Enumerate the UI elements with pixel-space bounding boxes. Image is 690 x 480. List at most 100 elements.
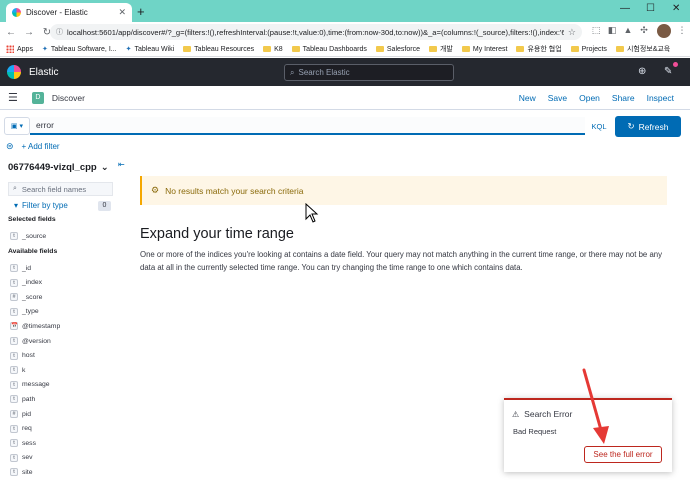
field-type-badge: t: [10, 453, 18, 462]
extension-icon[interactable]: ⬚: [590, 25, 602, 37]
bookmark-folder[interactable]: Salesforce: [375, 46, 420, 53]
help-icon[interactable]: ⊕: [638, 66, 646, 77]
bookmark-item[interactable]: ✦ Tableau Software, I...: [41, 45, 117, 54]
folder-icon: [291, 46, 300, 52]
extension-icon[interactable]: ▲: [622, 25, 634, 37]
field-item[interactable]: t @version: [10, 335, 51, 347]
field-item[interactable]: # _score: [10, 291, 42, 303]
maximize-icon[interactable]: ☐: [646, 3, 655, 14]
field-item[interactable]: t path: [10, 393, 35, 405]
collapse-sidebar-icon[interactable]: ⇤: [118, 160, 125, 169]
add-filter-button[interactable]: + Add filter: [22, 142, 60, 151]
field-type-badge: t: [10, 232, 18, 240]
bookmark-folder[interactable]: 시험정보&교육: [615, 44, 670, 54]
folder-icon: [461, 46, 470, 52]
address-bar[interactable]: ⓘ localhost:5601/app/discover#/?_g=(filt…: [50, 24, 582, 40]
profile-avatar[interactable]: [657, 24, 671, 38]
open-button[interactable]: Open: [579, 93, 600, 103]
extensions-puzzle-icon[interactable]: ✣: [638, 25, 650, 37]
filter-row: ⊜ + Add filter: [6, 141, 60, 152]
browser-menu-icon[interactable]: ⋮: [676, 25, 688, 37]
filter-by-type-label: Filter by type: [22, 201, 68, 210]
refresh-button[interactable]: ↻ Refresh: [615, 116, 681, 137]
refresh-label: Refresh: [638, 121, 669, 132]
field-item[interactable]: 📅 @timestamp: [10, 320, 60, 332]
no-results-message: No results match your search criteria: [165, 185, 304, 196]
field-item[interactable]: t _index: [10, 277, 42, 289]
field-item[interactable]: t _type: [10, 306, 39, 318]
field-item[interactable]: t host: [10, 350, 35, 362]
browser-tab[interactable]: Discover - Elastic ✕: [6, 3, 132, 22]
mouse-cursor-icon: [305, 203, 319, 223]
window-close-icon[interactable]: ✕: [672, 3, 680, 14]
minimize-icon[interactable]: —: [620, 3, 630, 14]
field-search-input[interactable]: ⌕ Search field names: [8, 182, 113, 196]
global-search-input[interactable]: ⌕ Search Elastic: [284, 64, 454, 81]
field-item[interactable]: # pid: [10, 408, 31, 420]
filter-by-type-button[interactable]: ▾ Filter by type: [14, 201, 68, 210]
hamburger-menu-icon[interactable]: ☰: [8, 91, 18, 104]
tableau-icon: ✦: [41, 46, 48, 53]
top-nav-menu: New Save Open Share Inspect: [519, 93, 674, 103]
bookmark-star-icon[interactable]: ☆: [568, 27, 576, 38]
forward-icon[interactable]: →: [22, 27, 36, 38]
field-item[interactable]: tk: [10, 364, 25, 376]
field-item[interactable]: t sess: [10, 437, 36, 449]
space-avatar[interactable]: D: [31, 91, 44, 104]
field-type-badge: t: [10, 351, 18, 360]
folder-icon: [183, 46, 192, 52]
search-icon: ⌕: [290, 67, 295, 77]
no-results-description: One or more of the indices you're lookin…: [140, 250, 663, 272]
folder-icon: [428, 46, 437, 52]
warning-icon: ⚙: [151, 185, 160, 195]
toast-header: ⚠ Search Error: [512, 409, 572, 419]
field-name: @version: [22, 337, 51, 345]
index-pattern-selector[interactable]: 06776449-vizql_cpp ⌄: [8, 162, 109, 173]
index-pattern-name: 06776449-vizql_cpp: [8, 162, 97, 173]
breadcrumb[interactable]: Discover: [52, 93, 85, 103]
new-tab-icon[interactable]: +: [137, 4, 145, 19]
apps-grid-icon: [6, 45, 14, 53]
saved-query-button[interactable]: ▣ ▾: [4, 117, 30, 135]
field-name: pid: [22, 410, 32, 418]
newsfeed-icon[interactable]: ✎: [664, 66, 672, 77]
query-language-toggle[interactable]: KQL: [586, 117, 612, 135]
field-item[interactable]: t _source: [10, 230, 46, 242]
see-full-error-button[interactable]: See the full error: [584, 446, 662, 463]
field-item[interactable]: t site: [10, 466, 33, 478]
refresh-icon: ↻: [627, 121, 635, 131]
bookmark-folder[interactable]: Projects: [570, 46, 607, 53]
field-type-badge: t: [10, 307, 18, 316]
field-name: path: [22, 395, 36, 403]
field-item[interactable]: t req: [10, 423, 32, 435]
bookmark-folder[interactable]: Tableau Dashboards: [291, 46, 367, 53]
info-icon[interactable]: ⓘ: [56, 27, 63, 37]
query-input[interactable]: error: [30, 117, 585, 135]
bookmark-folder[interactable]: My Interest: [461, 46, 507, 53]
selected-fields-heading: Selected fields: [8, 216, 56, 223]
bookmark-item[interactable]: ✦ Tableau Wiki: [126, 45, 175, 54]
bookmark-folder[interactable]: 개발: [428, 44, 453, 54]
url-text[interactable]: localhost:5601/app/discover#/?_g=(filter…: [67, 28, 564, 37]
bookmark-folder[interactable]: Tableau Resources: [183, 46, 254, 53]
save-button[interactable]: Save: [548, 93, 567, 103]
elastic-logo-icon[interactable]: [7, 65, 21, 79]
field-item[interactable]: t sev: [10, 452, 33, 464]
bookmark-folder[interactable]: 유용한 협업: [516, 44, 562, 54]
bookmark-apps[interactable]: Apps: [6, 45, 33, 53]
field-sidebar: 06776449-vizql_cpp ⌄ ⇤ ⌕ Search field na…: [0, 156, 128, 480]
extension-icon[interactable]: ◧: [606, 25, 618, 37]
save-disk-icon: ▣: [10, 123, 18, 130]
share-button[interactable]: Share: [612, 93, 635, 103]
filter-options-icon[interactable]: ⊜: [6, 141, 14, 152]
bookmark-folder[interactable]: K8: [263, 46, 283, 53]
field-item[interactable]: t _id: [10, 262, 31, 274]
close-tab-icon[interactable]: ✕: [118, 7, 126, 18]
app-name[interactable]: Elastic: [29, 67, 58, 78]
field-item[interactable]: t message: [10, 379, 50, 391]
folder-icon: [375, 46, 384, 52]
filter-count-badge: 0: [98, 201, 111, 211]
back-icon[interactable]: ←: [4, 27, 18, 38]
new-button[interactable]: New: [519, 93, 536, 103]
inspect-button[interactable]: Inspect: [647, 93, 674, 103]
